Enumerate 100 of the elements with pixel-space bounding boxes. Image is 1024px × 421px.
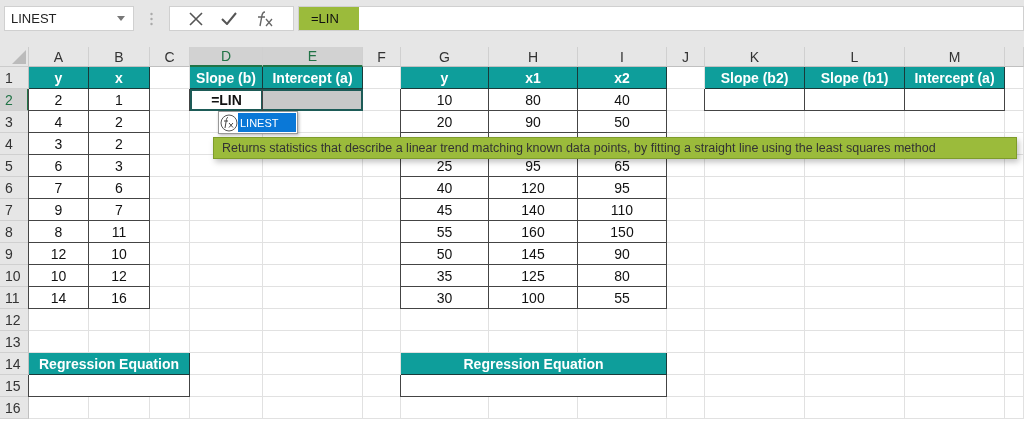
empty-cell (1005, 331, 1024, 353)
table-cell: 12 (29, 243, 89, 265)
table-cell: 110 (578, 199, 667, 221)
table-cell: 40 (401, 177, 489, 199)
header-cell: Regression Equation (401, 353, 667, 375)
empty-cell (363, 331, 401, 353)
triangle-icon (12, 50, 26, 64)
empty-cell (1005, 287, 1024, 309)
table-cell: 90 (578, 243, 667, 265)
empty-cell (667, 309, 705, 331)
column-header[interactable]: G (401, 47, 489, 67)
name-box[interactable]: LINEST (4, 6, 134, 31)
table-cell: 1 (89, 89, 150, 111)
table-cell: 4 (29, 111, 89, 133)
row-header[interactable]: 10 (0, 265, 29, 287)
table-cell: 100 (489, 287, 578, 309)
row-header[interactable]: 9 (0, 243, 29, 265)
function-icon[interactable] (255, 10, 274, 27)
row-header[interactable]: 14 (0, 353, 29, 375)
table-cell: 10 (29, 265, 89, 287)
formula-field[interactable]: =LIN (298, 6, 1024, 31)
row-header[interactable]: 3 (0, 111, 29, 133)
function-tooltip: Returns statistics that describe a linear trend matching known data points, by fitting a straight line using the least squares method (213, 137, 1017, 159)
column-header[interactable]: D (190, 47, 263, 67)
empty-cell (667, 331, 705, 353)
table-cell: 11 (89, 221, 150, 243)
checkmark-icon[interactable] (221, 12, 238, 25)
empty-cell (150, 309, 190, 331)
table-cell: 160 (489, 221, 578, 243)
row-header[interactable]: 13 (0, 331, 29, 353)
header-cell: Intercept (a) (905, 67, 1005, 89)
row-header[interactable]: 8 (0, 221, 29, 243)
table-cell: 6 (89, 177, 150, 199)
column-header[interactable]: M (905, 47, 1005, 67)
empty-cell (1005, 199, 1024, 221)
header-cell: y (29, 67, 89, 89)
empty-cell (1005, 177, 1024, 199)
empty-cell (89, 309, 150, 331)
row-header[interactable]: 16 (0, 397, 29, 419)
column-header[interactable]: C (150, 47, 190, 67)
row-header[interactable]: 12 (0, 309, 29, 331)
table-cell: 14 (29, 287, 89, 309)
empty-cell (1005, 309, 1024, 331)
table-cell: 3 (29, 133, 89, 155)
row-header[interactable]: 15 (0, 375, 29, 397)
header-cell: y (401, 67, 489, 89)
table-cell: 145 (489, 243, 578, 265)
row-header[interactable]: 5 (0, 155, 29, 177)
empty-cell (1005, 265, 1024, 287)
table-cell: 40 (578, 89, 667, 111)
table-cell: 16 (89, 287, 150, 309)
empty-cell (150, 397, 190, 419)
column-header[interactable]: L (805, 47, 905, 67)
column-header[interactable]: J (667, 47, 705, 67)
empty-cell (363, 309, 401, 331)
header-cell: Slope (b) (190, 67, 263, 89)
table-cell: 10 (89, 243, 150, 265)
table-cell: 10 (401, 89, 489, 111)
column-header[interactable]: E (263, 47, 363, 67)
table-cell: 7 (29, 177, 89, 199)
row-header[interactable]: 11 (0, 287, 29, 309)
empty-cell (1005, 397, 1024, 419)
header-cell: Slope (b2) (705, 67, 805, 89)
close-icon[interactable] (189, 11, 204, 26)
row-header[interactable]: 4 (0, 133, 29, 155)
header-cell: Regression Equation (29, 353, 190, 375)
table-cell: 3 (89, 155, 150, 177)
table-cell: 55 (401, 221, 489, 243)
empty-cell (363, 397, 401, 419)
table-cell: 90 (489, 111, 578, 133)
table-cell: 6 (29, 155, 89, 177)
table-cell: 125 (489, 265, 578, 287)
table-cell: 2 (89, 133, 150, 155)
row-header[interactable]: 7 (0, 199, 29, 221)
column-header[interactable]: H (489, 47, 578, 67)
column-header[interactable]: I (578, 47, 667, 67)
table-cell: 45 (401, 199, 489, 221)
table-cell: 9 (29, 199, 89, 221)
table-cell: 55 (578, 287, 667, 309)
table-cell: 120 (489, 177, 578, 199)
row-header[interactable]: 2 (0, 89, 29, 111)
table-cell: 8 (29, 221, 89, 243)
row-header[interactable]: 1 (0, 67, 29, 89)
table-cell: 95 (578, 177, 667, 199)
column-header[interactable]: A (29, 47, 89, 67)
table-cell: 35 (401, 265, 489, 287)
empty-cell (1005, 375, 1024, 397)
dropdown-icon[interactable] (117, 16, 125, 21)
empty-cell (1005, 353, 1024, 375)
empty-cell (1005, 243, 1024, 265)
column-header[interactable]: F (363, 47, 401, 67)
empty-cell (667, 397, 705, 419)
row-header[interactable]: 6 (0, 177, 29, 199)
active-cell[interactable]: =LIN (190, 89, 263, 111)
table-cell: 140 (489, 199, 578, 221)
column-header[interactable]: K (705, 47, 805, 67)
table-cell: 30 (401, 287, 489, 309)
table-cell: 50 (401, 243, 489, 265)
header-cell: Intercept (a) (263, 67, 363, 89)
column-header[interactable]: B (89, 47, 150, 67)
